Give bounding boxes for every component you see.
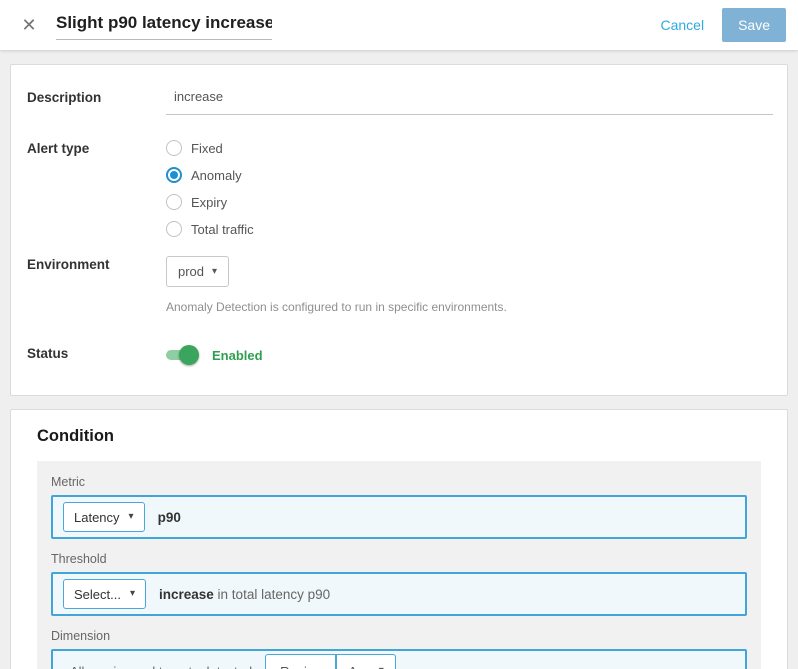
radio-icon[interactable] [166,167,182,183]
cancel-button[interactable]: Cancel [660,17,704,33]
radio-label: Total traffic [191,222,254,237]
description-input[interactable]: increase [166,89,773,115]
radio-label: Fixed [191,141,223,156]
threshold-label: Threshold [51,552,747,566]
toggle-knob [179,345,199,365]
radio-option-anomaly[interactable]: Anomaly [166,167,773,183]
condition-card: Condition Metric Latency ▾ p90 Threshold… [10,409,788,669]
general-settings-card: Description increase Alert type Fixed An… [10,64,788,396]
metric-dropdown[interactable]: Latency ▾ [63,502,145,532]
description-row: Description increase [27,89,773,115]
metric-label: Metric [51,475,747,489]
radio-label: Expiry [191,195,227,210]
radio-icon[interactable] [166,140,182,156]
condition-panel: Metric Latency ▾ p90 Threshold Select...… [37,461,761,669]
dimension-section: Dimension All proxies and targets detect… [51,629,747,669]
metric-dropdown-value: Latency [74,510,120,525]
caret-down-icon: ▾ [130,589,135,599]
threshold-description: increase in total latency p90 [159,587,330,602]
dimension-filter-group: Region Any ▾ [265,654,396,669]
environment-row: Environment prod ▾ Anomaly Detection is … [27,256,773,314]
threshold-section: Threshold Select... ▾ increase in total … [51,552,747,616]
alert-type-row: Alert type Fixed Anomaly Expiry Total tr… [27,140,773,237]
status-label: Status [27,345,166,365]
caret-down-icon: ▾ [129,512,134,522]
status-toggle[interactable] [166,345,199,365]
radio-option-expiry[interactable]: Expiry [166,194,773,210]
radio-option-total-traffic[interactable]: Total traffic [166,221,773,237]
close-button[interactable]: ✕ [16,12,42,38]
status-row: Status Enabled [27,345,773,365]
dialog-body: Description increase Alert type Fixed An… [0,50,798,669]
caret-down-icon: ▾ [212,267,217,277]
alert-type-label: Alert type [27,140,166,237]
dimension-region-button[interactable]: Region [265,654,336,669]
radio-icon[interactable] [166,221,182,237]
alert-name-input[interactable]: Slight p90 latency increase [56,11,272,40]
radio-option-fixed[interactable]: Fixed [166,140,773,156]
environment-dropdown-value: prod [178,264,204,279]
environment-helper-text: Anomaly Detection is configured to run i… [166,300,773,314]
radio-icon[interactable] [166,194,182,210]
description-label: Description [27,89,166,115]
metric-field: Latency ▾ p90 [51,495,747,539]
dimension-description: All proxies and targets detected [63,664,252,669]
save-button[interactable]: Save [722,8,786,42]
environment-label: Environment [27,256,166,314]
threshold-value-bold: increase [159,587,214,602]
threshold-dropdown-value: Select... [74,587,121,602]
threshold-dropdown[interactable]: Select... ▾ [63,579,146,609]
dialog-header: ✕ Slight p90 latency increase Cancel Sav… [0,0,798,50]
status-value: Enabled [212,348,263,363]
dimension-label: Dimension [51,629,747,643]
condition-title: Condition [37,427,761,446]
metric-section: Metric Latency ▾ p90 [51,475,747,539]
threshold-value-rest: in total latency p90 [214,587,330,602]
environment-dropdown[interactable]: prod ▾ [166,256,229,287]
dimension-field: All proxies and targets detected Region … [51,649,747,669]
dimension-any-value: Any [348,664,370,669]
close-icon: ✕ [21,15,36,35]
threshold-field: Select... ▾ increase in total latency p9… [51,572,747,616]
radio-label: Anomaly [191,168,242,183]
dimension-any-dropdown[interactable]: Any ▾ [336,654,395,669]
metric-value: p90 [158,510,181,525]
